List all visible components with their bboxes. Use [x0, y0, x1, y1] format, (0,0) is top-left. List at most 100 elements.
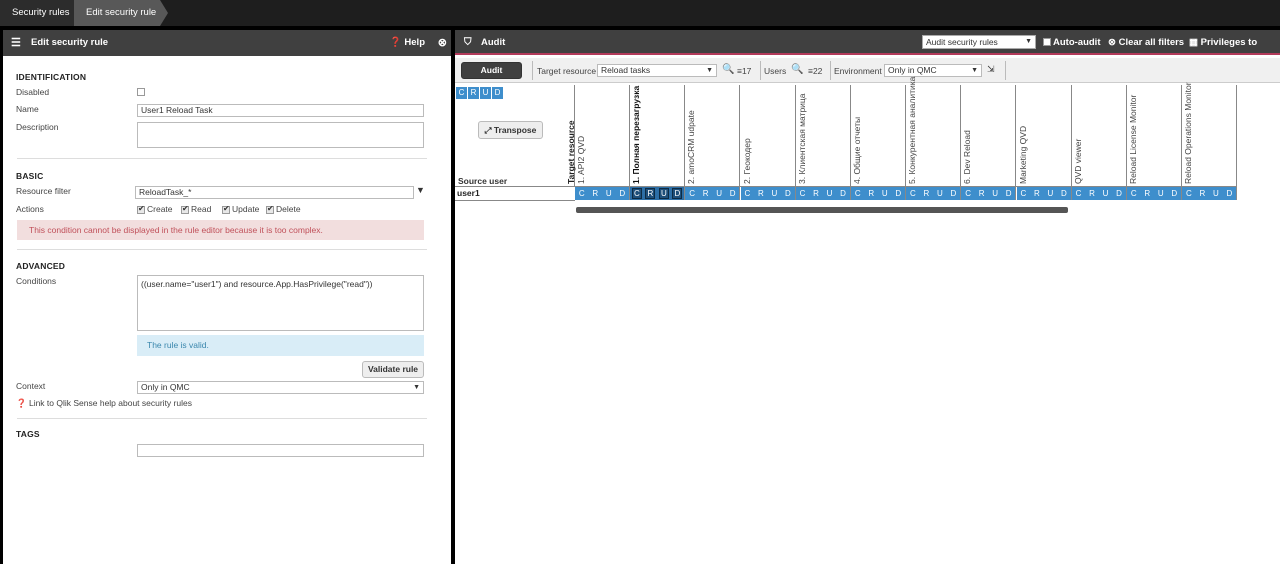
divider [760, 61, 761, 80]
crud-letter: R [645, 188, 656, 199]
context-select[interactable]: Only in QMC ▼ [137, 381, 424, 394]
crud-letter: D [1226, 189, 1233, 198]
column-header[interactable]: 2. Геокодер [741, 85, 796, 186]
tags-field[interactable] [137, 444, 424, 457]
export-icon[interactable]: ⇲ [987, 64, 995, 75]
crud-letter: D [1171, 189, 1178, 198]
help-label: Help [404, 37, 425, 48]
context-value: Only in QMC [141, 382, 190, 392]
column-header[interactable]: Reload License Monitor [1127, 85, 1182, 186]
crud-letter: U [771, 189, 778, 198]
action-update[interactable]: Update [222, 204, 259, 214]
audit-toolbar: Audit Target resource Reload tasks ▼ 🔍 ≡1… [455, 58, 1280, 83]
crud-cell[interactable]: CRUD [740, 187, 796, 200]
clear-icon: ⊗ [1108, 37, 1116, 48]
transpose-button[interactable]: ⤢ Transpose [478, 121, 543, 139]
row-user1: user1 [457, 188, 480, 198]
clear-filters-button[interactable]: ⊗ Clear all filters [1108, 30, 1184, 55]
tags-heading: TAGS [16, 429, 40, 439]
breadcrumb-edit-rule[interactable]: Edit security rule [74, 0, 168, 26]
name-field[interactable]: User1 Reload Task [137, 104, 424, 117]
action-create[interactable]: Create [137, 204, 173, 214]
disabled-checkbox[interactable] [137, 86, 147, 96]
column-header[interactable]: 3. Клиентская матрица [796, 85, 851, 186]
crud-cell[interactable]: CRUD [685, 187, 741, 200]
column-header[interactable]: 2. amoCRM udpate [685, 85, 741, 186]
action-read[interactable]: Read [181, 204, 211, 214]
crud-legend-d[interactable]: D [492, 87, 503, 99]
horizontal-scrollbar[interactable] [576, 207, 1068, 213]
environment-select[interactable]: Only in QMC ▼ [884, 64, 982, 77]
crud-letter: R [1089, 189, 1095, 198]
column-header[interactable]: 4. Общие отчеты [851, 85, 906, 186]
conditions-field[interactable]: ((user.name="user1") and resource.App.Ha… [137, 275, 424, 331]
search-icon[interactable]: 🔍 [791, 64, 803, 75]
crud-letter: D [895, 189, 902, 198]
valid-message: The rule is valid. [137, 335, 424, 356]
resource-filter-field[interactable]: ReloadTask_* [135, 186, 414, 199]
crud-letter: D [840, 189, 846, 198]
column-header[interactable]: 1. API2 QVD [575, 85, 630, 186]
column-header-label: Marketing QVD [1017, 125, 1028, 184]
users-count: ≡22 [808, 66, 823, 76]
column-header-label: 3. Клиентская матрица [796, 93, 807, 184]
divider [455, 186, 1237, 187]
chevron-down-icon: ▼ [1025, 38, 1032, 45]
crud-cell[interactable]: CRUD [1071, 187, 1127, 200]
audit-button[interactable]: Audit [461, 62, 522, 79]
action-delete-label: Delete [276, 204, 301, 214]
search-icon[interactable]: 🔍 [722, 64, 734, 75]
validate-rule-button[interactable]: Validate rule [362, 361, 424, 378]
help-icon: ❓ [16, 398, 27, 408]
shield-icon: ⛉ [464, 37, 472, 48]
target-resource-header: Target resource [565, 85, 576, 186]
auto-audit-toggle[interactable]: Auto-audit [1043, 30, 1101, 55]
column-header[interactable]: 5. Конкурентная аналитика [906, 77, 962, 186]
crud-letter: U [1157, 189, 1164, 198]
column-header[interactable]: Marketing QVD [1017, 85, 1072, 186]
crud-letter: C [965, 189, 972, 198]
edit-rule-header: ☰ Edit security rule ❓ Help ⊗ [3, 30, 451, 56]
crud-cell[interactable]: CRUD [575, 187, 630, 200]
target-resource-label: Target resource [537, 66, 597, 76]
column-header[interactable]: 1. Полная перезагрузка [630, 85, 686, 186]
crud-letter: R [1033, 189, 1040, 198]
action-delete[interactable]: Delete [266, 204, 301, 214]
chevron-down-icon[interactable]: ▼ [416, 185, 425, 195]
crud-letter: U [992, 189, 999, 198]
column-header-label: QVD viewer [1072, 138, 1083, 184]
action-update-label: Update [232, 204, 260, 214]
environment-value: Only in QMC [888, 65, 937, 75]
crud-cell[interactable]: CRUD [851, 187, 906, 200]
crud-legend-r[interactable]: R [468, 87, 479, 99]
chevron-down-icon: ▼ [413, 384, 420, 391]
name-label: Name [16, 104, 39, 114]
description-field[interactable] [137, 122, 424, 148]
help-icon: ❓ [389, 37, 402, 48]
target-resource-select[interactable]: Reload tasks ▼ [597, 64, 717, 77]
crud-cell[interactable]: CRUD [795, 187, 851, 200]
column-header-label: 4. Общие отчеты [852, 116, 862, 184]
crud-legend-c[interactable]: C [456, 87, 467, 99]
users-label: Users [764, 66, 787, 76]
breadcrumb-security-rules[interactable]: Security rules [0, 0, 82, 26]
crud-cell[interactable]: CRUD [906, 187, 962, 200]
crud-cell[interactable]: CRUD [630, 187, 686, 200]
column-header[interactable]: 6. Dev Reload [961, 85, 1017, 186]
help-button[interactable]: ❓ Help [390, 30, 425, 56]
crud-cell[interactable]: CRUD [1127, 187, 1182, 200]
crud-legend-u[interactable]: U [480, 87, 491, 99]
context-label: Context [16, 381, 46, 391]
audit-title: Audit [481, 37, 506, 48]
breadcrumb: Security rules Edit security rule [0, 0, 1280, 26]
help-link[interactable]: ❓ Link to Qlik Sense help about security… [16, 398, 192, 409]
crud-cell[interactable]: CRUD [1182, 187, 1238, 200]
crud-cell[interactable]: CRUD [1016, 187, 1072, 200]
column-header[interactable]: QVD viewer [1072, 85, 1127, 186]
crud-letter: R [923, 189, 930, 198]
close-icon[interactable]: ⊗ [438, 30, 447, 56]
column-header[interactable]: Reload Operations Monitor [1182, 82, 1238, 186]
crud-letter: C [799, 189, 806, 198]
crud-cell[interactable]: CRUD [961, 187, 1017, 200]
audit-type-select[interactable]: Audit security rules ▼ [922, 35, 1036, 49]
